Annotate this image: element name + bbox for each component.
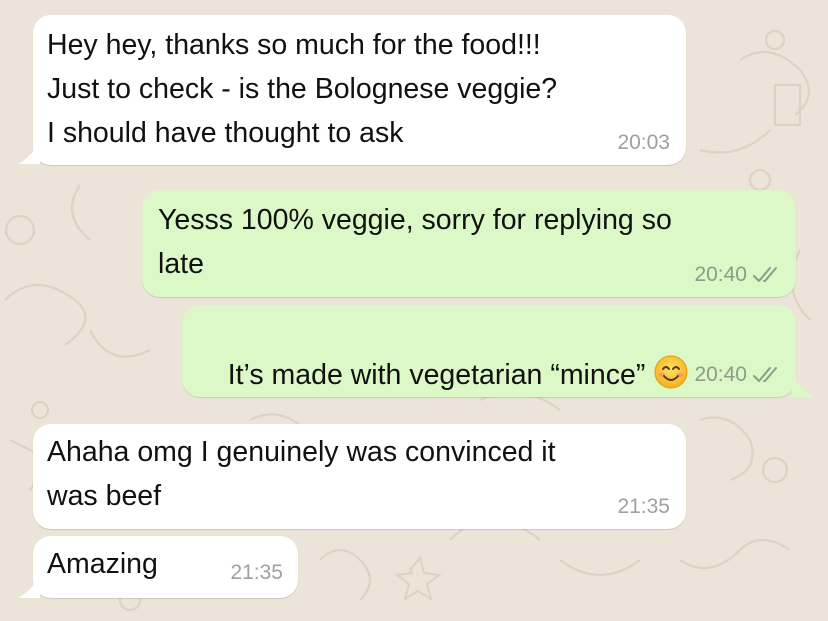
message-timestamp: 20:03 — [617, 131, 670, 154]
message-timestamp: 21:35 — [230, 561, 283, 584]
read-double-check-icon — [753, 367, 777, 382]
message-text: Hey hey, thanks so much for the food!!! … — [47, 29, 558, 149]
message-text: Yesss 100% veggie, sorry for replying so… — [158, 204, 672, 280]
message-bubble-incoming[interactable]: Amazing 21:35 — [33, 536, 298, 598]
bubble-tail — [792, 375, 814, 397]
message-bubble-outgoing[interactable]: Yesss 100% veggie, sorry for replying so… — [142, 190, 796, 297]
message-text: Ahaha omg I genuinely was convinced it w… — [47, 436, 556, 512]
smiling-face-emoji — [654, 355, 688, 389]
bubble-tail — [18, 576, 40, 598]
message-text-content: It’s made with vegetarian “mince” — [227, 359, 646, 391]
message-bubble-incoming[interactable]: Ahaha omg I genuinely was convinced it w… — [33, 424, 686, 529]
message-meta: 20:40 — [694, 263, 782, 287]
bubble-tail — [18, 142, 40, 164]
message-text: It’s made with vegetarian “mince” — [196, 309, 689, 441]
message-timestamp: 20:40 — [694, 263, 747, 286]
message-text: Amazing — [47, 548, 158, 580]
message-bubble-outgoing[interactable]: It’s made with vegetarian “mince” 20:40 — [182, 305, 796, 397]
message-bubble-incoming[interactable]: Hey hey, thanks so much for the food!!! … — [33, 15, 686, 165]
message-timestamp: 21:35 — [617, 495, 670, 518]
message-meta: 20:40 — [694, 363, 782, 387]
message-timestamp: 20:40 — [694, 363, 747, 386]
read-double-check-icon — [753, 267, 777, 282]
